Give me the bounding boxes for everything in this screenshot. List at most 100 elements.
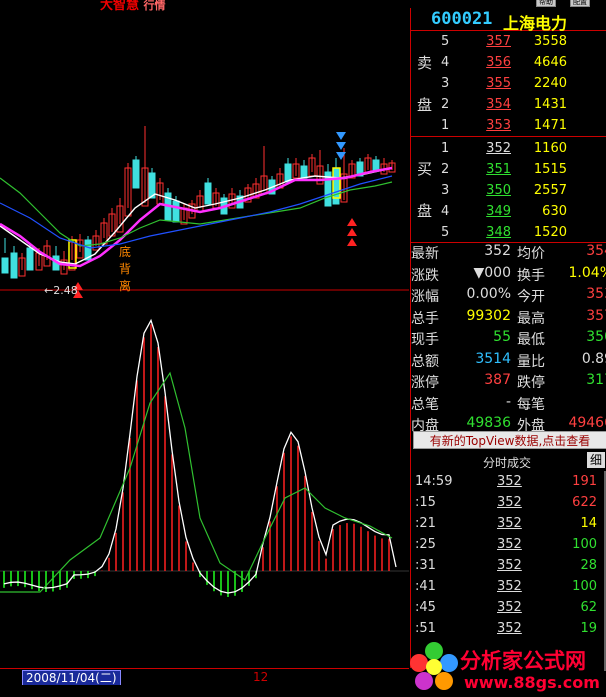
tick-row: :21 352 14	[411, 513, 606, 534]
candle-body	[172, 200, 180, 223]
buy-row: 1 352 1160	[411, 138, 606, 159]
config-button[interactable]: 配置	[570, 0, 590, 7]
quote-value: 317	[586, 372, 606, 388]
tick-row: :45 352 62	[411, 597, 606, 618]
quote-row: 最新 352 均价 354	[411, 241, 606, 262]
tick-time: :31	[415, 558, 436, 573]
quote-panel: 600021 上海电力 5 357 3558 4 356 4646 3 355 2240 2 354…	[410, 8, 606, 671]
sell-row: 3 355 2240	[411, 73, 606, 94]
tick-time: :45	[415, 600, 436, 615]
kline-chart[interactable]: 底背离 ←2.48	[0, 8, 409, 668]
tick-price: 352	[497, 495, 522, 510]
tick-price: 352	[497, 600, 522, 615]
site-watermark: 分析家公式网 www.88gs.com	[404, 637, 606, 697]
sell-label: 盘	[417, 96, 433, 114]
divergence-label: 背	[119, 262, 131, 276]
quote-value: 353	[586, 286, 606, 302]
cursor-date: 2008/11/04(二)	[22, 670, 121, 686]
level-number: 3	[441, 76, 450, 91]
quote-value: -	[565, 394, 606, 410]
sell-price: 355	[486, 76, 511, 91]
month-tick: 12	[253, 670, 269, 684]
quote-row: 总笔-每笔-	[411, 392, 606, 413]
chart-pane[interactable]: 底背离 ←2.48	[0, 8, 409, 668]
tick-price: 352	[497, 621, 522, 636]
buy-price: 349	[486, 204, 511, 219]
buy-volume: 1520	[533, 225, 567, 240]
tick-time: :41	[415, 579, 436, 594]
tick-row: 14:59 352 191	[411, 471, 606, 492]
sell-row: 5 357 3558	[411, 31, 606, 52]
sell-price: 356	[486, 55, 511, 70]
low-price-label: ←2.48	[44, 284, 78, 297]
tick-volume: 191	[572, 474, 597, 489]
sell-row: 2 354 1431	[411, 94, 606, 115]
quote-label: 涨停	[411, 375, 439, 391]
signal-arrow	[336, 132, 346, 140]
buy-volume: 1515	[533, 162, 567, 177]
quote-label: 均价	[517, 246, 545, 262]
quote-label: 总手	[411, 310, 439, 327]
tick-time: :21	[415, 516, 436, 531]
level-number: 2	[441, 162, 450, 177]
sell-price: 353	[486, 118, 511, 133]
signal-arrow	[347, 218, 357, 226]
buy-volume: 630	[542, 204, 567, 219]
sell-price: 357	[486, 34, 511, 49]
tick-price: 352	[497, 558, 522, 573]
signal-arrow	[347, 228, 357, 236]
tick-row: :15 352 622	[411, 492, 606, 513]
topview-banner[interactable]: 有新的TopView数据,点击查看	[413, 431, 606, 449]
buy-price: 348	[486, 225, 511, 240]
quote-label: 量比	[517, 353, 545, 370]
quote-label: 最高	[517, 310, 545, 327]
stock-code: 600021	[431, 9, 493, 29]
level-number: 5	[441, 34, 450, 49]
quote-value: -	[505, 393, 511, 410]
tick-volume: 100	[572, 537, 597, 552]
candle-body	[132, 159, 140, 189]
tick-price: 352	[497, 537, 522, 552]
sell-volume: 4646	[533, 55, 567, 70]
quote-label: 总笔	[411, 396, 439, 413]
divergence-label: 底	[119, 244, 131, 259]
tick-row: :41 352 100	[411, 576, 606, 597]
buy-row: 4 349 630	[411, 201, 606, 222]
quote-row: 涨跌 ▼000 换手 1.04%	[411, 263, 606, 284]
buy-row: 2 351 1515	[411, 159, 606, 180]
help-button[interactable]: 帮助	[536, 0, 556, 7]
tick-time: :25	[415, 537, 436, 552]
tick-volume: 28	[580, 558, 597, 573]
tick-time: :15	[415, 495, 436, 510]
buy-price: 350	[486, 183, 511, 198]
buy-volume: 1160	[533, 141, 567, 156]
quote-value: 1.04%	[568, 264, 606, 281]
buy-price: 352	[486, 141, 511, 156]
buy-price: 351	[486, 162, 511, 177]
sell-row: 4 356 4646	[411, 52, 606, 73]
tick-volume: 622	[572, 495, 597, 510]
level-number: 4	[441, 55, 450, 70]
buy-volume: 2557	[533, 183, 567, 198]
tick-price: 352	[497, 579, 522, 594]
quote-label: 最新	[411, 246, 439, 262]
buy-row: 5 348 1520	[411, 222, 606, 243]
quote-label: 跌停	[517, 375, 545, 391]
signal-arrow	[347, 238, 357, 246]
date-axis: 2008/11/04(二) 12	[0, 668, 409, 686]
divider	[411, 136, 606, 137]
level-number: 5	[441, 225, 450, 240]
dif-line	[3, 318, 397, 594]
watermark-url: www.88gs.com	[464, 673, 600, 692]
quote-row: 现手 55 最低 350	[411, 327, 606, 348]
level-number: 3	[441, 183, 450, 198]
buy-label: 买	[417, 160, 433, 178]
detail-button[interactable]: 细	[587, 452, 605, 468]
tick-row: :51 352 19	[411, 618, 606, 639]
quote-value: 55	[493, 329, 511, 345]
level-number: 1	[441, 118, 450, 133]
divergence-label: 离	[119, 278, 131, 293]
tick-row: :25 352 100	[411, 534, 606, 555]
quote-row: 涨停 387 跌停 317	[411, 370, 606, 391]
quote-row: 涨幅 0.00% 今开 353	[411, 284, 606, 305]
